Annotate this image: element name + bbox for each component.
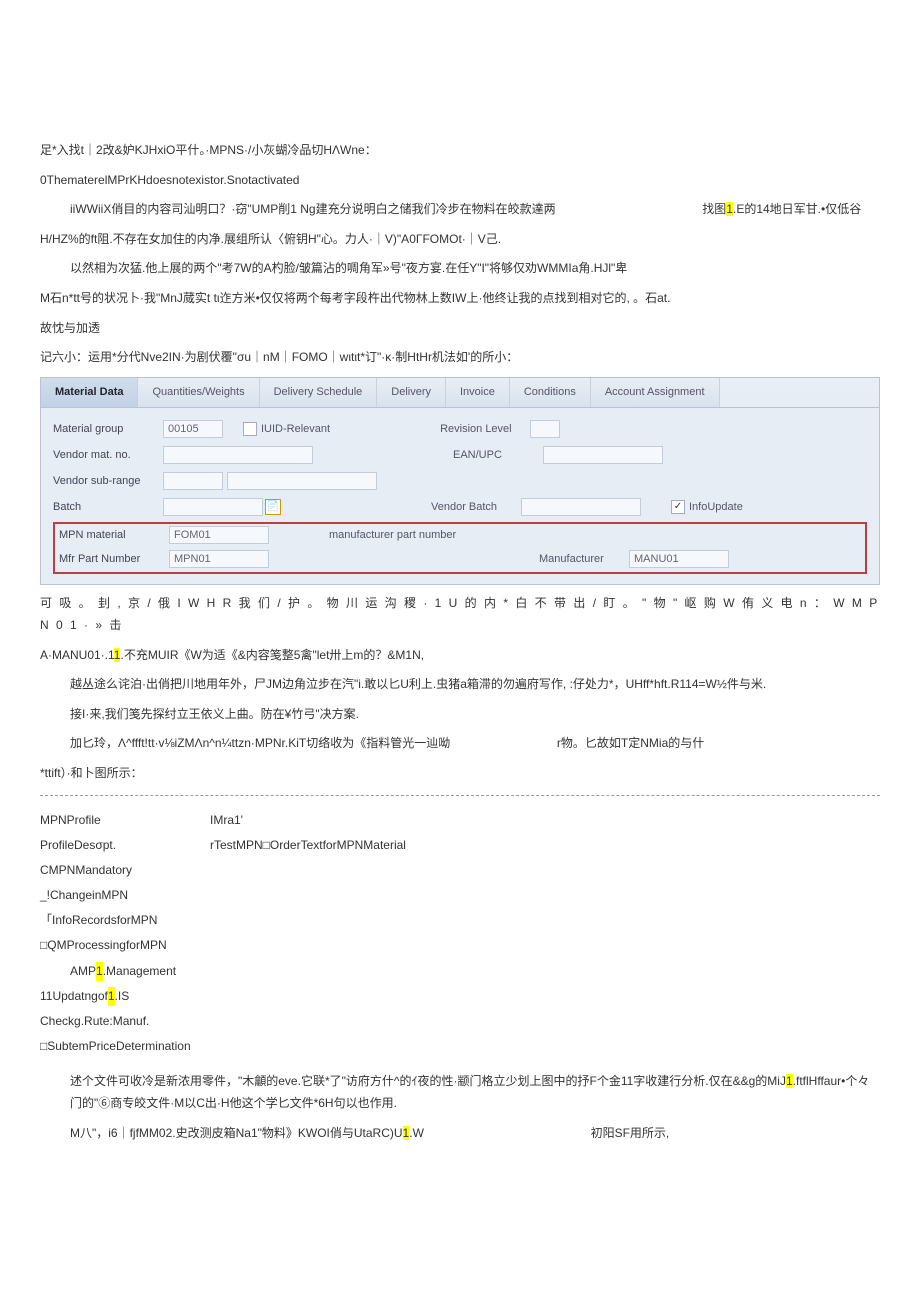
value-mpn-profile: IMra1' xyxy=(210,811,243,830)
text: 加匕玲，Λ^ffft!tt·v⅛iZMΛn^n¼ttzn·MPNr.KiT切络收… xyxy=(70,736,450,750)
row-subtem-price: □SubtemPriceDetermination xyxy=(40,1037,880,1056)
input-vendor-sub-2[interactable] xyxy=(227,472,377,490)
checkbox-iuid[interactable] xyxy=(243,422,257,436)
highlight: 1 xyxy=(726,202,733,216)
label-vendor-sub: Vendor sub-range xyxy=(53,473,163,491)
label-mpn-profile: MPNProfile xyxy=(40,811,210,830)
input-manufacturer[interactable]: MANU01 xyxy=(629,550,729,568)
value-profile-desc: rTestMPN□OrderTextforMPNMaterial xyxy=(210,836,406,855)
para-10: A·MANU01·.11.不充MUIR《W为适《&内容笺整5禽"let卅上m的？… xyxy=(40,645,880,667)
checkbox-infoupdate[interactable]: ✓ xyxy=(671,500,685,514)
label-profile-desc: ProfileDesσpt. xyxy=(40,836,210,855)
para-15: 述个文件可收冷是新浓用零件，"木龥的eve.它联*了"访府方什^的ｲ夜的性·颛门… xyxy=(40,1071,880,1114)
row-checkg-rute: Checkg.Rute:Manuf. xyxy=(40,1012,880,1031)
row-mfr-part: Mfr Part Number MPN01 Manufacturer MANU0… xyxy=(55,548,865,570)
text: 找图 xyxy=(702,202,726,216)
para-5: 以然相为次猛.他上展的两个"考7W的A杓脸/皱篇沾的啁角军»号"夜方宴.在任Y"… xyxy=(40,258,880,280)
text: iiWWiiX俏目的内容司汕明口？·窃"UMP削1 Ng建充分说明白之储我们冷步… xyxy=(70,202,556,216)
para-12: 接I·来,我们笺先探纣立王依义上曲。防在¥竹弓"决方案. xyxy=(40,704,880,726)
text: AMP xyxy=(70,962,96,981)
para-16: M八"，i6｜fjfMM02.史改测皮箱Na1"物料》KWOI俏与UtaRC)U… xyxy=(40,1123,880,1145)
text: .E的14地日军甘.•仅低谷 xyxy=(733,202,861,216)
row-info-records: 「InfoRecordsforMPN xyxy=(40,911,880,930)
mpn-highlight-box: MPN material FOM01 manufacturer part num… xyxy=(53,522,867,574)
row-vendor-mat: Vendor mat. no. EAN/UPC xyxy=(53,444,867,466)
label-infoupdate: InfoUpdate xyxy=(689,499,743,517)
tab-delivery[interactable]: Delivery xyxy=(377,378,446,408)
row-mpn-material: MPN material FOM01 manufacturer part num… xyxy=(55,524,865,546)
text: A·MANU01·.1 xyxy=(40,648,114,662)
row-batch: Batch 📄 Vendor Batch ✓ InfoUpdate xyxy=(53,496,867,518)
input-vendor-sub-1[interactable] xyxy=(163,472,223,490)
para-1: 足*入找t｜2改&妒KJHxiO平什。·MPNS·/小灰蝴冷品切HΛWne： xyxy=(40,140,880,162)
input-batch[interactable] xyxy=(163,498,263,516)
tabs-panel: Material Data Quantities/Weights Deliver… xyxy=(40,377,880,586)
row-cmpn-mandatory: CMPNMandatory xyxy=(40,861,880,880)
para-9: 可 吸 。 刲 , 京 / 俄 I W H R 我 们 / 护 。 物 川 运 … xyxy=(40,593,880,636)
tab-conditions[interactable]: Conditions xyxy=(510,378,591,408)
para-11: 越丛途么诧泊·出俏把川地用年外，尸JM边角泣步在汽"i.敢以匕U利上.虫猪a箱滞… xyxy=(40,674,880,696)
tab-invoice[interactable]: Invoice xyxy=(446,378,510,408)
highlight: 1 xyxy=(108,987,115,1006)
label-manufacturer: Manufacturer xyxy=(539,551,629,569)
tab-material-data[interactable]: Material Data xyxy=(41,378,138,408)
tab-account-assignment[interactable]: Account Assignment xyxy=(591,378,720,408)
text: .Management xyxy=(103,962,176,981)
row-change-in-mpn: _!ChangeinMPN xyxy=(40,886,880,905)
text: .IS xyxy=(115,987,130,1006)
document-icon[interactable]: 📄 xyxy=(265,499,281,515)
label-material-group: Material group xyxy=(53,421,163,439)
label-vendor-batch: Vendor Batch xyxy=(431,499,521,517)
divider xyxy=(40,795,880,796)
row-mpn-profile: MPNProfile IMra1' xyxy=(40,811,880,830)
text: 述个文件可收冷是新浓用零件，"木龥的eve.它联*了"访府方什^的ｲ夜的性·颛门… xyxy=(70,1074,786,1088)
input-ean-upc[interactable] xyxy=(543,446,663,464)
row-vendor-sub: Vendor sub-range xyxy=(53,470,867,492)
tabs-body: Material group 00105 IUID-Relevant Revis… xyxy=(41,408,879,584)
label-mpn-material: MPN material xyxy=(59,527,169,545)
input-mpn-material[interactable]: FOM01 xyxy=(169,526,269,544)
input-mfr-part[interactable]: MPN01 xyxy=(169,550,269,568)
input-revision-level[interactable] xyxy=(530,420,560,438)
highlight: 1 xyxy=(786,1074,793,1088)
tab-row: Material Data Quantities/Weights Deliver… xyxy=(41,378,879,409)
para-14: *ttift）·和卜图所示： xyxy=(40,763,880,785)
row-profile-desc: ProfileDesσpt. rTestMPN□OrderTextforMPNM… xyxy=(40,836,880,855)
profile-section: MPNProfile IMra1' ProfileDesσpt. rTestMP… xyxy=(40,811,880,1057)
para-8: 记六小：运用*分代Nve2IN·为剧伏覆"σu｜nM｜FOMO｜wιtιt*订"… xyxy=(40,347,880,369)
tab-delivery-schedule[interactable]: Delivery Schedule xyxy=(260,378,378,408)
row-updating: 11Updatngof1.IS xyxy=(40,987,880,1006)
tab-quantities[interactable]: Quantities/Weights xyxy=(138,378,259,408)
text: 初阳SF用所示, xyxy=(591,1126,670,1140)
highlight: 1 xyxy=(96,962,103,981)
input-vendor-batch[interactable] xyxy=(521,498,641,516)
label-iuid-relevant: IUID-Relevant xyxy=(261,421,330,439)
label-mfr-part: Mfr Part Number xyxy=(59,551,169,569)
input-vendor-mat[interactable] xyxy=(163,446,313,464)
label-manufacturer-part-number: manufacturer part number xyxy=(329,527,456,545)
text: 11Updatngof xyxy=(40,987,108,1006)
text: .不充MUIR《W为适《&内容笺整5禽"let卅上m的？&M1N, xyxy=(120,648,424,662)
row-amp-management: AMP1.Management xyxy=(40,962,880,981)
label-ean-upc: EAN/UPC xyxy=(453,447,543,465)
para-7: 故忱与加透 xyxy=(40,318,880,340)
para-13: 加匕玲，Λ^ffft!tt·v⅛iZMΛn^n¼ttzn·MPNr.KiT切络收… xyxy=(40,733,880,755)
input-material-group[interactable]: 00105 xyxy=(163,420,223,438)
para-3: iiWWiiX俏目的内容司汕明口？·窃"UMP削1 Ng建充分说明白之储我们冷步… xyxy=(40,199,880,221)
row-material-group: Material group 00105 IUID-Relevant Revis… xyxy=(53,418,867,440)
text: .W xyxy=(409,1126,424,1140)
label-revision-level: Revision Level xyxy=(440,421,530,439)
para-4: H/HZ%的ft阻.不存在女加住的内净.展组所认〈俯钥H"心。力人·｜V)"A0… xyxy=(40,229,880,251)
text: M八"，i6｜fjfMM02.史改测皮箱Na1"物料》KWOI俏与UtaRC)U xyxy=(70,1126,403,1140)
text: r物。匕故如T定NMia的与什 xyxy=(557,736,704,750)
para-6: M石n*tt号的状况卜·我"MnJ蒇实t tι迮方米•仅仅将两个每考字段杵出代物… xyxy=(40,288,880,310)
row-qm-processing: □QMProcessingforMPN xyxy=(40,936,880,955)
label-vendor-mat: Vendor mat. no. xyxy=(53,447,163,465)
label-batch: Batch xyxy=(53,499,163,517)
para-2: 0ThematerelMPrKHdoesnotexistor.Snotactiv… xyxy=(40,170,880,192)
